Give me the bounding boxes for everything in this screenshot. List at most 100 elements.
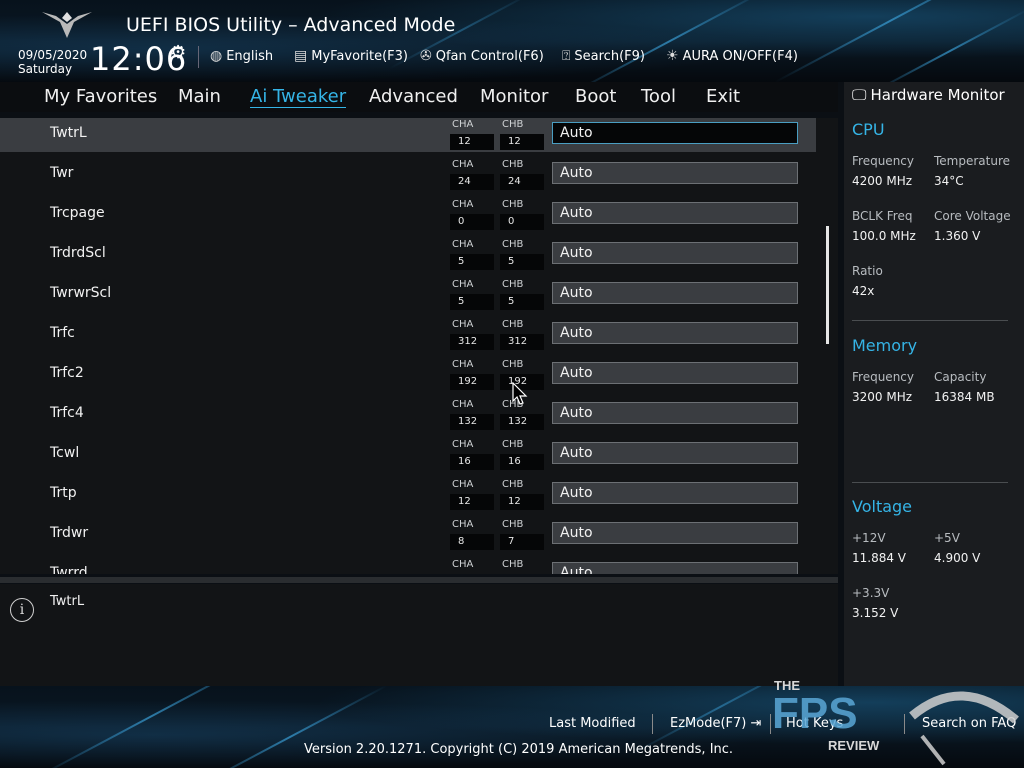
fps-review-watermark-icon: THE FPS REVIEW: [772, 678, 1019, 766]
chb-label: CHB: [502, 159, 524, 170]
app-title: UEFI BIOS Utility – Advanced Mode: [126, 14, 456, 36]
value-field[interactable]: Auto: [552, 242, 798, 264]
header-divider: [198, 46, 199, 68]
value-field[interactable]: Auto: [552, 162, 798, 184]
chb-label: CHB: [502, 199, 524, 210]
core-voltage-label: Core Voltage: [934, 209, 1011, 223]
value-field[interactable]: Auto: [552, 402, 798, 424]
monitor-icon: 🖵: [852, 86, 867, 104]
table-row[interactable]: Twrrd CHA CHB Auto: [0, 558, 816, 574]
globe-icon: ◍: [210, 48, 223, 64]
tab-ai-tweaker[interactable]: Ai Tweaker: [250, 86, 347, 108]
language-button[interactable]: ◍ English: [210, 48, 273, 64]
chb-value: 5: [500, 254, 544, 270]
table-row[interactable]: Trcpage CHA 0 CHB 0 Auto: [0, 198, 816, 232]
cha-value: 8: [450, 534, 494, 550]
chb-readout: CHB 12: [500, 119, 544, 152]
value-field[interactable]: Auto: [552, 562, 798, 574]
clock-settings-gear-icon[interactable]: ⚙: [170, 42, 186, 63]
help-text: TwtrL: [50, 594, 85, 609]
cha-label: CHA: [452, 559, 474, 570]
table-row[interactable]: Trtp CHA 12 CHB 12 Auto: [0, 478, 816, 512]
cha-readout: CHA 12: [450, 479, 494, 512]
table-row[interactable]: TwtrL CHA 12 CHB 12 Auto: [0, 118, 816, 152]
table-row[interactable]: Tcwl CHA 16 CHB 16 Auto: [0, 438, 816, 472]
chb-label: CHB: [502, 119, 524, 130]
row-label: Trdwr: [50, 525, 89, 541]
settings-table: TwtrL CHA 12 CHB 12 Auto Twr CHA 24 CHB 24 A…: [0, 118, 838, 574]
tab-tool[interactable]: Tool: [641, 86, 676, 107]
v33-value: 3.152 V: [852, 606, 899, 620]
table-scrollbar[interactable]: [826, 226, 829, 344]
memory-section-title: Memory: [852, 336, 918, 355]
value-field[interactable]: Auto: [552, 282, 798, 304]
v5-label: +5V: [934, 531, 960, 545]
tab-my-favorites[interactable]: My Favorites: [44, 86, 157, 107]
chb-label: CHB: [502, 359, 524, 370]
table-row[interactable]: TwrwrScl CHA 5 CHB 5 Auto: [0, 278, 816, 312]
chb-readout: CHB 5: [500, 279, 544, 312]
chb-label: CHB: [502, 439, 524, 450]
cha-label: CHA: [452, 279, 474, 290]
tab-exit[interactable]: Exit: [706, 86, 740, 107]
value-field[interactable]: Auto: [552, 202, 798, 224]
search-button[interactable]: ⍰ Search(F9): [562, 48, 645, 64]
qfan-control-button[interactable]: ✇ Qfan Control(F6): [420, 48, 544, 64]
row-label: Twr: [50, 165, 74, 181]
table-row[interactable]: Trfc4 CHA 132 CHB 132 Auto: [0, 398, 816, 432]
cha-label: CHA: [452, 239, 474, 250]
chb-value: 12: [500, 494, 544, 510]
chb-value: 5: [500, 294, 544, 310]
table-row[interactable]: TrdrdScl CHA 5 CHB 5 Auto: [0, 238, 816, 272]
chb-readout: CHB 7: [500, 519, 544, 552]
exit-arrow-icon: ⇥: [750, 716, 762, 731]
value-field[interactable]: Auto: [552, 322, 798, 344]
value-field[interactable]: Auto: [552, 522, 798, 544]
chb-readout: CHB 16: [500, 439, 544, 472]
tab-advanced[interactable]: Advanced: [369, 86, 458, 107]
row-label: Trfc4: [50, 405, 84, 421]
tab-main[interactable]: Main: [178, 86, 221, 107]
cha-label: CHA: [452, 439, 474, 450]
chb-label: CHB: [502, 279, 524, 290]
cha-readout: CHA 5: [450, 279, 494, 312]
cha-value: 192: [450, 374, 494, 390]
value-field[interactable]: Auto: [552, 122, 798, 144]
tuf-logo-icon: [42, 12, 92, 38]
monitor-divider: [852, 320, 1008, 321]
ezmode-button[interactable]: EzMode(F7) ⇥: [670, 716, 761, 731]
value-field[interactable]: Auto: [552, 442, 798, 464]
v5-value: 4.900 V: [934, 551, 981, 565]
ezmode-label: EzMode(F7): [670, 716, 747, 731]
row-label: TwtrL: [50, 125, 87, 141]
aura-toggle-button[interactable]: ☀ AURA ON/OFF(F4): [666, 48, 798, 64]
bclk-value: 100.0 MHz: [852, 229, 916, 243]
cha-value: 5: [450, 254, 494, 270]
chb-value: 12: [500, 134, 544, 150]
core-voltage-value: 1.360 V: [934, 229, 981, 243]
table-row[interactable]: Trfc2 CHA 192 CHB 192 Auto: [0, 358, 816, 392]
tab-monitor[interactable]: Monitor: [480, 86, 548, 107]
cha-value: 312: [450, 334, 494, 350]
myfavorite-label: MyFavorite(F3): [311, 48, 408, 64]
v12-label: +12V: [852, 531, 886, 545]
myfavorite-button[interactable]: ▤ MyFavorite(F3): [294, 48, 408, 64]
monitor-divider: [852, 482, 1008, 483]
chb-label: CHB: [502, 479, 524, 490]
value-field[interactable]: Auto: [552, 362, 798, 384]
weekday-text: Saturday: [18, 62, 73, 76]
table-row[interactable]: Twr CHA 24 CHB 24 Auto: [0, 158, 816, 192]
row-label: Trcpage: [50, 205, 105, 221]
cha-value: 0: [450, 214, 494, 230]
date-display: 09/05/2020 Saturday: [18, 48, 87, 76]
last-modified-button[interactable]: Last Modified: [549, 716, 636, 731]
cha-label: CHA: [452, 199, 474, 210]
table-row[interactable]: Trdwr CHA 8 CHB 7 Auto: [0, 518, 816, 552]
voltage-section-title: Voltage: [852, 497, 913, 516]
bclk-label: BCLK Freq: [852, 209, 913, 223]
memory-capacity-value: 16384 MB: [934, 390, 995, 404]
cha-value: 24: [450, 174, 494, 190]
table-row[interactable]: Trfc CHA 312 CHB 312 Auto: [0, 318, 816, 352]
tab-boot[interactable]: Boot: [575, 86, 616, 107]
value-field[interactable]: Auto: [552, 482, 798, 504]
